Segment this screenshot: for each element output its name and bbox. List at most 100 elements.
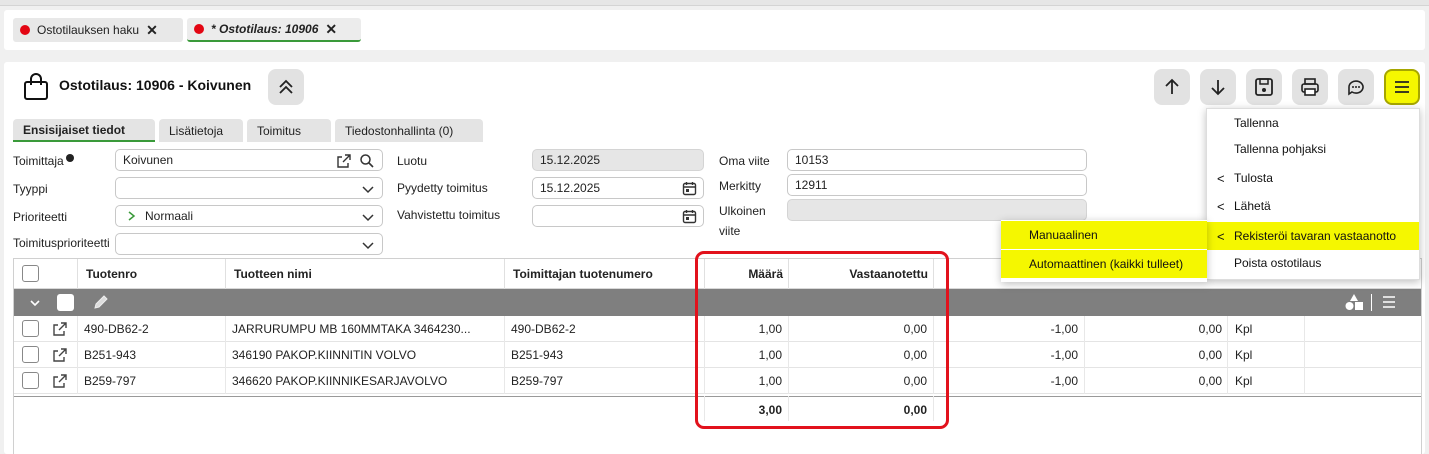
ulkoinen-viite-field — [787, 199, 1087, 221]
menu-item-poista[interactable]: Poista ostotilaus — [1207, 249, 1419, 277]
tab-ostotilauksen-haku[interactable]: Ostotilauksen haku ✕ — [13, 18, 183, 42]
save-button[interactable] — [1246, 69, 1282, 105]
submenu-item-automaattinen[interactable]: Automaattinen (kaikki tulleet) — [1001, 250, 1207, 278]
row-checkbox[interactable] — [22, 372, 39, 389]
menu-item-label: Tulosta — [1234, 171, 1273, 185]
close-icon[interactable]: ✕ — [325, 21, 337, 38]
col-toimittajan-tuotenumero[interactable]: Toimittajan tuotenumero — [513, 267, 653, 281]
col-tuotteen-nimi[interactable]: Tuotteen nimi — [234, 267, 312, 281]
merkitty-field[interactable]: 12911 — [787, 174, 1087, 196]
collapse-header-button[interactable] — [268, 69, 304, 105]
pyydetty-toimitus-label: Pyydetty toimitus — [397, 181, 488, 195]
cell-value: -1,00 — [1050, 348, 1078, 362]
menu-item-tallenna-pohjaksi[interactable]: Tallenna pohjaksi — [1207, 135, 1419, 163]
calendar-icon[interactable] — [682, 181, 697, 196]
cell-value: -1,00 — [1050, 322, 1078, 336]
toolbar-checkbox[interactable] — [57, 294, 74, 311]
menu-item-label: Rekisteröi tavaran vastaanotto — [1234, 229, 1397, 243]
luotu-value: 15.12.2025 — [540, 153, 601, 167]
pyydetty-toimitus-field[interactable]: 15.12.2025 — [532, 177, 704, 199]
menu-button[interactable] — [1384, 69, 1420, 105]
chevron-left-icon: < — [1217, 198, 1225, 214]
tab-toimitus[interactable]: Toimitus — [247, 119, 331, 142]
cell-tuotenro: 490-DB62-2 — [84, 322, 149, 336]
save-icon — [1255, 78, 1273, 96]
select-all-checkbox[interactable] — [22, 265, 39, 282]
menu-item-label: Tallenna — [1234, 116, 1279, 130]
calendar-icon[interactable] — [682, 209, 697, 224]
toimitusprioriteetti-label: Toimitusprioriteetti — [13, 236, 110, 250]
merkitty-value: 12911 — [795, 178, 828, 192]
open-link-icon[interactable] — [52, 373, 68, 389]
menu-item-tallenna[interactable]: Tallenna — [1207, 109, 1419, 137]
cell-tuotenro: B259-797 — [84, 374, 137, 388]
submenu-item-manuaalinen[interactable]: Manuaalinen — [1001, 221, 1207, 249]
cell-toim-nro: B251-943 — [511, 348, 564, 362]
prioriteetti-select[interactable]: Normaali — [115, 205, 383, 227]
oma-viite-field[interactable]: 10153 — [787, 149, 1087, 171]
tab-lisatietoja[interactable]: Lisätietoja — [159, 119, 243, 142]
tab-ensisijaiset-tiedot[interactable]: Ensisijaiset tiedot — [13, 119, 155, 142]
top-strip — [0, 0, 1429, 6]
menu-item-rekisteroi[interactable]: < Rekisteröi tavaran vastaanotto — [1207, 222, 1419, 250]
close-icon[interactable]: ✕ — [146, 22, 158, 39]
cell-unit: Kpl — [1235, 322, 1253, 336]
print-button[interactable] — [1292, 69, 1328, 105]
oma-viite-label: Oma viite — [719, 154, 770, 168]
arrow-down-icon — [1211, 80, 1225, 96]
tab-label: Ostotilauksen haku — [37, 23, 140, 37]
pyydetty-value: 15.12.2025 — [540, 181, 601, 195]
chevron-left-icon: < — [1217, 170, 1225, 186]
receive-submenu: Manuaalinen Automaattinen (kaikki tullee… — [1001, 220, 1207, 282]
open-link-icon[interactable] — [52, 321, 68, 337]
comments-button[interactable] — [1338, 69, 1374, 105]
toimittaja-field[interactable]: Koivunen — [115, 149, 383, 171]
luotu-label: Luotu — [397, 154, 428, 168]
cell-nimi: JARRURUMPU MB 160MMTAKA 3464230... — [232, 322, 471, 336]
previous-record-button[interactable] — [1154, 69, 1190, 105]
open-link-icon[interactable] — [336, 153, 352, 169]
col-tuotenro[interactable]: Tuotenro — [86, 267, 137, 281]
tyyppi-label: Tyyppi — [13, 182, 48, 196]
prioriteetti-label: Prioriteetti — [13, 210, 68, 224]
printer-icon — [1301, 78, 1319, 96]
vahvistettu-toimitus-field[interactable] — [532, 205, 704, 227]
cell-tuotenro: B251-943 — [84, 348, 137, 362]
annotation-highlight-box — [695, 251, 949, 429]
prioriteetti-value: Normaali — [145, 209, 194, 223]
ulkoinen-viite-label-2: viite — [719, 224, 741, 238]
tab-label: * Ostotilaus: 10906 — [211, 22, 319, 36]
pencil-icon[interactable] — [92, 293, 110, 311]
next-record-button[interactable] — [1200, 69, 1236, 105]
cell-toim-nro: 490-DB62-2 — [511, 322, 576, 336]
toolbar-divider — [1371, 294, 1372, 311]
toimitusprioriteetti-select[interactable] — [115, 233, 383, 255]
menu-item-tulosta[interactable]: < Tulosta — [1207, 164, 1419, 192]
chevron-down-icon[interactable] — [29, 297, 41, 309]
row-checkbox[interactable] — [22, 320, 39, 337]
menu-item-label: Poista ostotilaus — [1234, 256, 1322, 270]
chevrons-up-icon — [279, 79, 293, 94]
cell-unit: Kpl — [1235, 374, 1253, 388]
tab-ostotilaus-10906[interactable]: * Ostotilaus: 10906 ✕ — [187, 18, 361, 42]
row-checkbox[interactable] — [22, 346, 39, 363]
shopping-bag-icon — [24, 73, 48, 100]
cell-value: 0,00 — [1198, 374, 1222, 388]
actions-menu: Tallenna Tallenna pohjaksi < Tulosta < Läh… — [1206, 108, 1420, 280]
open-link-icon[interactable] — [52, 347, 68, 363]
toimittaja-value: Koivunen — [123, 153, 174, 167]
chevron-down-icon — [362, 242, 374, 250]
hamburger-icon[interactable] — [1381, 295, 1397, 309]
chat-bubble-icon — [1348, 80, 1364, 96]
cell-nimi: 346620 PAKOP.KIINNIKESARJAVOLVO — [232, 374, 448, 388]
chevron-down-icon — [362, 186, 374, 194]
cell-nimi: 346190 PAKOP.KIINNITIN VOLVO — [232, 348, 417, 362]
ulkoinen-viite-label: Ulkoinen — [719, 204, 766, 218]
menu-item-laheta[interactable]: < Lähetä — [1207, 192, 1419, 220]
menu-item-label: Lähetä — [1234, 199, 1271, 213]
search-icon[interactable] — [359, 153, 375, 169]
toimittaja-label: Toimittaja — [13, 154, 74, 168]
tyyppi-select[interactable] — [115, 177, 383, 199]
shapes-icon[interactable] — [1344, 293, 1364, 311]
tab-tiedostonhallinta[interactable]: Tiedostonhallinta (0) — [335, 119, 483, 142]
